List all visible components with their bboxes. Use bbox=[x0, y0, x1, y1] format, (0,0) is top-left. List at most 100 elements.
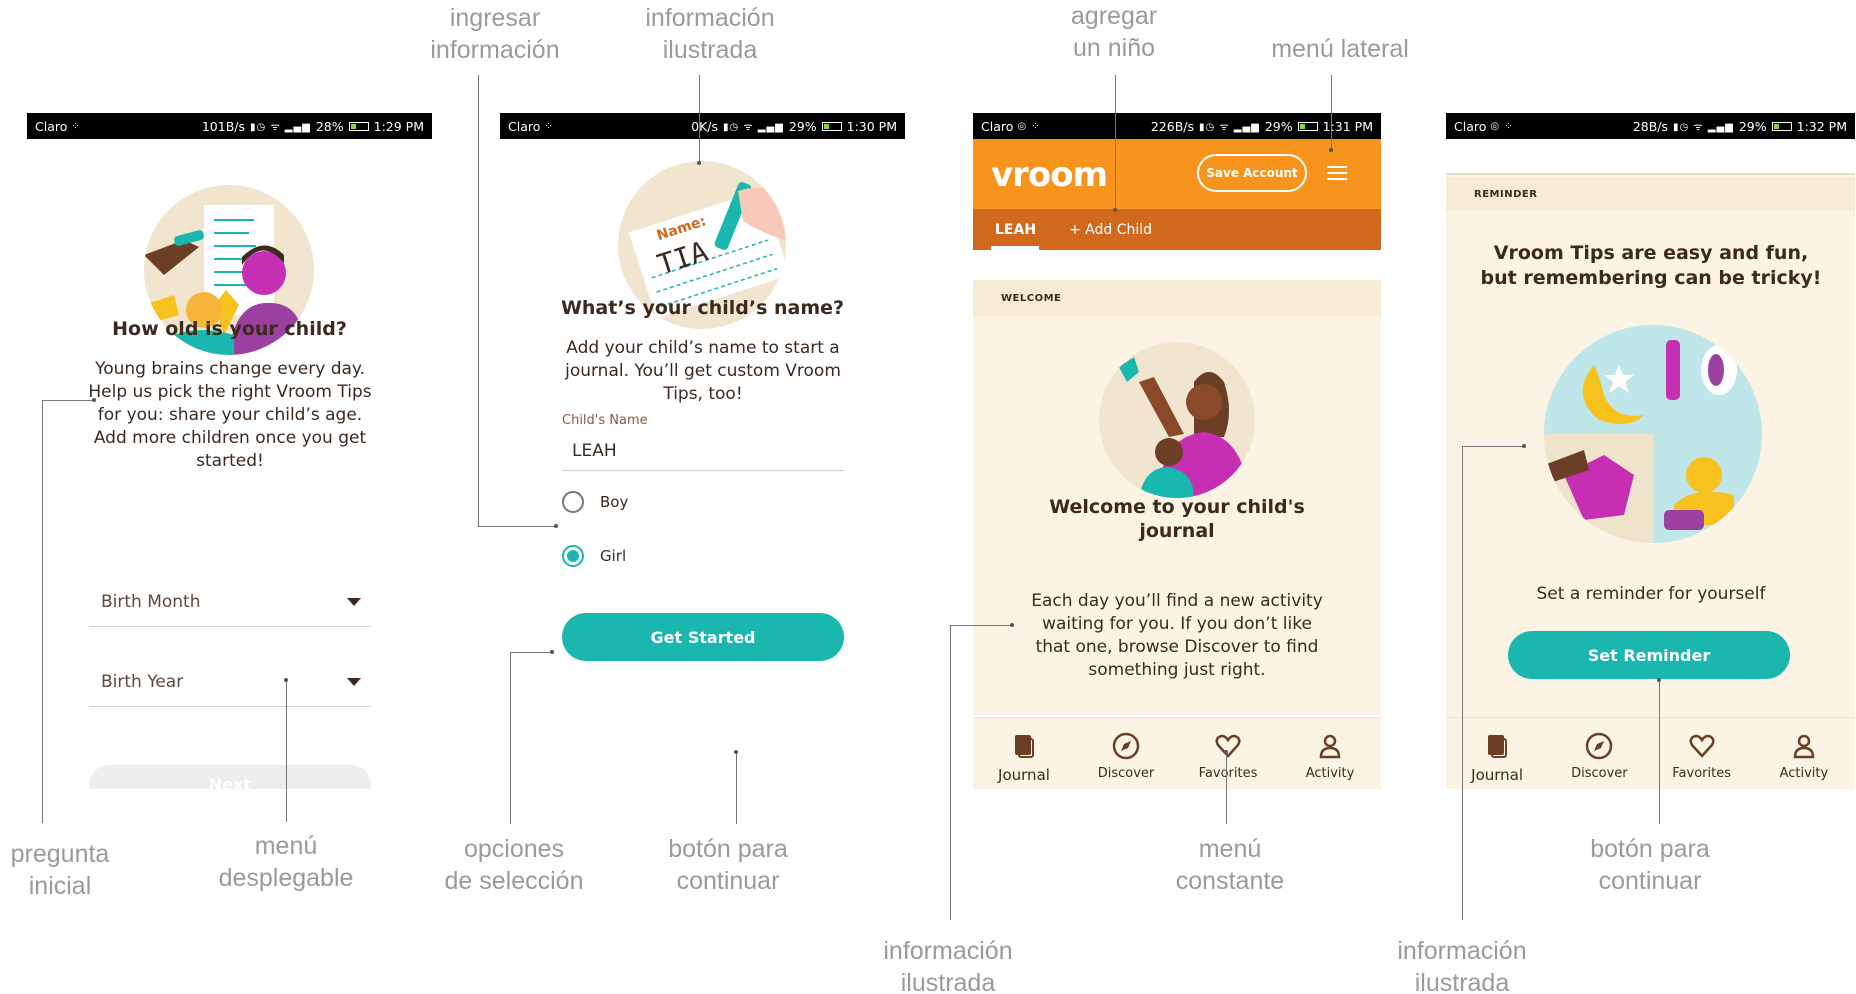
status-icons: ▮◷ ᯤ ▂▄▆ bbox=[1673, 122, 1734, 133]
battery-percent: 29% bbox=[1738, 118, 1767, 134]
top-divider bbox=[1446, 139, 1855, 175]
usb-icon: ⁘ bbox=[544, 120, 554, 132]
battery-percent: 28% bbox=[315, 118, 344, 134]
nav-journal[interactable]: Journal bbox=[973, 718, 1075, 789]
nav-discover[interactable]: Discover bbox=[1548, 718, 1650, 789]
leader-line bbox=[950, 625, 951, 920]
set-reminder-button[interactable]: Set Reminder bbox=[1508, 631, 1790, 679]
childs-name-input[interactable]: LEAH bbox=[562, 435, 844, 471]
battery-percent: 29% bbox=[788, 118, 817, 134]
network-speed: 226B/s bbox=[1150, 118, 1195, 134]
save-account-button[interactable]: Save Account bbox=[1197, 154, 1307, 192]
nav-label: Discover bbox=[1571, 766, 1628, 781]
status-bar: Claro ⁘ 101B/s ▮◷ ᯤ ▂▄▆ 28% 1:29 PM bbox=[27, 113, 432, 139]
annotation-text: opciones de selección bbox=[444, 835, 584, 895]
leader-dot bbox=[1329, 148, 1333, 152]
radio-option-boy[interactable]: Boy bbox=[562, 491, 628, 513]
leader-line bbox=[1462, 446, 1524, 447]
status-bar: Claro ◎ ⁘ 28B/s ▮◷ ᯤ ▂▄▆ 29% 1:32 PM bbox=[1446, 113, 1855, 139]
leader-dot bbox=[1657, 678, 1661, 682]
status-icons: ▮◷ ᯤ ▂▄▆ bbox=[723, 122, 784, 133]
annotation-text: botón para continuar bbox=[668, 835, 788, 895]
question-description: Add your child’s name to start a journal… bbox=[565, 338, 841, 404]
annotation-text: menú lateral bbox=[1271, 35, 1409, 63]
nav-favorites[interactable]: Favorites bbox=[1651, 718, 1753, 789]
battery-percent: 29% bbox=[1264, 118, 1293, 134]
annotation-text: información ilustrada bbox=[645, 4, 775, 64]
battery-icon bbox=[348, 121, 369, 131]
leader-dot bbox=[697, 161, 701, 165]
nav-activity[interactable]: Activity bbox=[1279, 718, 1381, 789]
screen-child-age: Claro ⁘ 101B/s ▮◷ ᯤ ▂▄▆ 28% 1:29 PM How o… bbox=[27, 113, 432, 789]
compass-icon bbox=[1586, 732, 1613, 760]
radio-option-girl[interactable]: Girl bbox=[562, 545, 626, 567]
nav-favorites[interactable]: Favorites bbox=[1177, 718, 1279, 789]
birth-year-dropdown[interactable]: Birth Year bbox=[89, 657, 371, 707]
person-icon bbox=[1319, 734, 1341, 759]
annotation-opciones-seleccion: opciones de selección bbox=[434, 833, 594, 897]
app-header: vroom Save Account bbox=[973, 139, 1381, 209]
annotation-menu-lateral: menú lateral bbox=[1255, 33, 1425, 65]
child-tabs: LEAH + Add Child bbox=[973, 209, 1381, 250]
reminder-illustration bbox=[1544, 325, 1762, 543]
annotation-informacion-ilustrada-3: información ilustrada bbox=[868, 935, 1028, 994]
annotation-ingresar-informacion: ingresar información bbox=[415, 2, 575, 66]
screen-child-name: Claro ⁘ 0K/s ▮◷ ᯤ ▂▄▆ 29% 1:30 PM Name: T… bbox=[500, 113, 905, 789]
nav-label: Discover bbox=[1097, 766, 1155, 781]
annotation-text: menú desplegable bbox=[218, 832, 354, 892]
leader-dot bbox=[92, 398, 96, 402]
annotation-text: pregunta inicial bbox=[10, 840, 110, 900]
clock: 1:29 PM bbox=[373, 118, 424, 134]
birth-month-label: Birth Month bbox=[101, 591, 201, 612]
clock: 1:32 PM bbox=[1796, 118, 1847, 134]
leader-line bbox=[1659, 680, 1660, 824]
get-started-button[interactable]: Get Started bbox=[562, 613, 844, 661]
reminder-label: REMINDER bbox=[1474, 189, 1538, 200]
bottom-navigation: Journal Discover Favorites Activity bbox=[1446, 717, 1855, 789]
nav-label: Journal bbox=[998, 766, 1050, 784]
childs-name-label: Child's Name bbox=[562, 413, 648, 428]
network-speed: 28B/s bbox=[1632, 118, 1669, 134]
heart-icon bbox=[1215, 734, 1241, 758]
next-button[interactable]: Next bbox=[89, 765, 371, 789]
add-child-tab[interactable]: + Add Child bbox=[1069, 222, 1152, 238]
usb-icon: ⁘ bbox=[71, 120, 81, 132]
battery-icon bbox=[1771, 121, 1792, 131]
journal-icon bbox=[1015, 735, 1034, 758]
status-icons: ▮◷ ᯤ ▂▄▆ bbox=[250, 122, 311, 133]
leader-dot bbox=[1113, 208, 1117, 212]
annotation-text: botón para continuar bbox=[1590, 835, 1710, 895]
dropdown-arrow-icon bbox=[347, 677, 361, 686]
annotation-menu-constante: menú constante bbox=[1150, 833, 1310, 897]
nav-label: Favorites bbox=[1198, 766, 1258, 781]
person-icon bbox=[1793, 734, 1815, 759]
annotation-text: agregar un niño bbox=[1070, 2, 1158, 62]
birth-year-label: Birth Year bbox=[101, 671, 184, 692]
usb-icon: ◎ ⁘ bbox=[1017, 120, 1041, 132]
leader-line bbox=[736, 752, 737, 824]
leader-line bbox=[1226, 752, 1227, 824]
welcome-title: Welcome to your child's journal bbox=[1049, 496, 1305, 542]
hamburger-menu-icon[interactable] bbox=[1327, 166, 1347, 180]
welcome-description: Each day you’ll find a new activity wait… bbox=[1031, 591, 1323, 680]
question-description: Young brains change every day. Help us p… bbox=[88, 359, 372, 471]
annotation-pregunta-inicial: pregunta inicial bbox=[0, 838, 120, 902]
annotation-menu-desplegable: menú desplegable bbox=[206, 830, 366, 894]
screen-reminder: Claro ◎ ⁘ 28B/s ▮◷ ᯤ ▂▄▆ 29% 1:32 PM REMI… bbox=[1446, 113, 1855, 789]
tab-leah[interactable]: LEAH bbox=[995, 222, 1036, 238]
birth-month-dropdown[interactable]: Birth Month bbox=[89, 577, 371, 627]
leader-dot bbox=[1522, 444, 1526, 448]
heart-icon bbox=[1689, 734, 1715, 758]
leader-line bbox=[42, 400, 94, 401]
annotation-boton-continuar-1: botón para continuar bbox=[648, 833, 808, 897]
network-speed: 101B/s bbox=[201, 118, 246, 134]
nav-activity[interactable]: Activity bbox=[1753, 718, 1855, 789]
bottom-navigation: Journal Discover Favorites Activity bbox=[973, 717, 1381, 789]
annotation-text: ingresar información bbox=[430, 4, 560, 64]
nav-discover[interactable]: Discover bbox=[1075, 718, 1177, 789]
screen-welcome-journal: Claro ◎ ⁘ 226B/s ▮◷ ᯤ ▂▄▆ 29% 1:31 PM vro… bbox=[973, 113, 1381, 789]
journal-icon bbox=[1488, 735, 1508, 758]
leader-line bbox=[950, 625, 1012, 626]
carrier-label: Claro bbox=[35, 118, 68, 134]
question-title: How old is your child? bbox=[112, 318, 347, 340]
